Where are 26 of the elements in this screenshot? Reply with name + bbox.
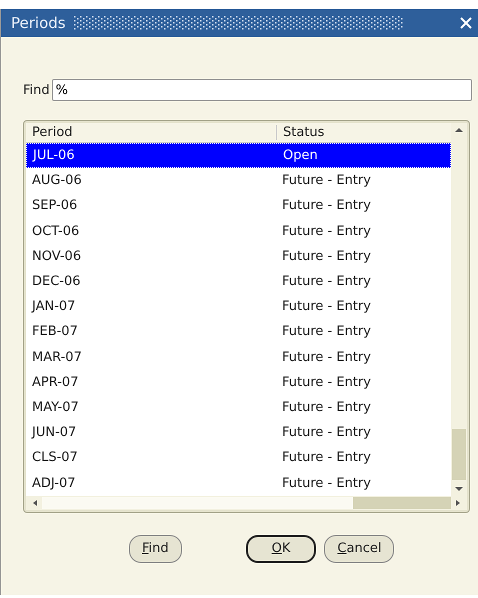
close-icon[interactable] — [460, 17, 472, 29]
list-row[interactable]: OCT-06 Future - Entry — [26, 218, 451, 244]
window-title: Periods — [11, 14, 66, 32]
dialog-button[interactable]: Find — [129, 534, 182, 563]
horizontal-scrollbar[interactable] — [26, 496, 467, 510]
list-row[interactable]: JUL-06 Open — [26, 143, 451, 168]
find-field[interactable]: % — [52, 79, 472, 101]
list-row[interactable]: DEC-06 Future - Entry — [26, 268, 451, 294]
vertical-scrollbar[interactable] — [451, 123, 467, 496]
list-row[interactable]: MAY-07 Future - Entry — [26, 394, 451, 420]
list-row[interactable]: JAN-07 Future - Entry — [26, 294, 451, 320]
list-row[interactable]: AUG-06 Future - Entry — [26, 168, 451, 194]
dialog-button[interactable]: Cancel — [324, 534, 394, 563]
list-row[interactable]: NOV-06 Future - Entry — [26, 244, 451, 269]
list-row[interactable]: MAR-07 Future - Entry — [26, 344, 451, 370]
find-label: Find — [23, 82, 50, 98]
column-header[interactable]: Period — [26, 125, 276, 140]
list-row[interactable]: FEB-07 Future - Entry — [26, 319, 451, 344]
scrollbar-thumb[interactable] — [452, 428, 466, 480]
scroll-up-icon[interactable] — [453, 125, 465, 135]
list-row[interactable]: ADJ-07 Future - Entry — [26, 470, 451, 496]
list-row[interactable]: CLS-07 Future - Entry — [26, 445, 451, 470]
list-row[interactable]: APR-07 Future - Entry — [26, 370, 451, 395]
list-row[interactable]: SEP-06 Future - Entry — [26, 193, 451, 219]
list-row[interactable]: JUN-07 Future - Entry — [26, 420, 451, 446]
dialog-button[interactable]: OK — [246, 534, 316, 563]
